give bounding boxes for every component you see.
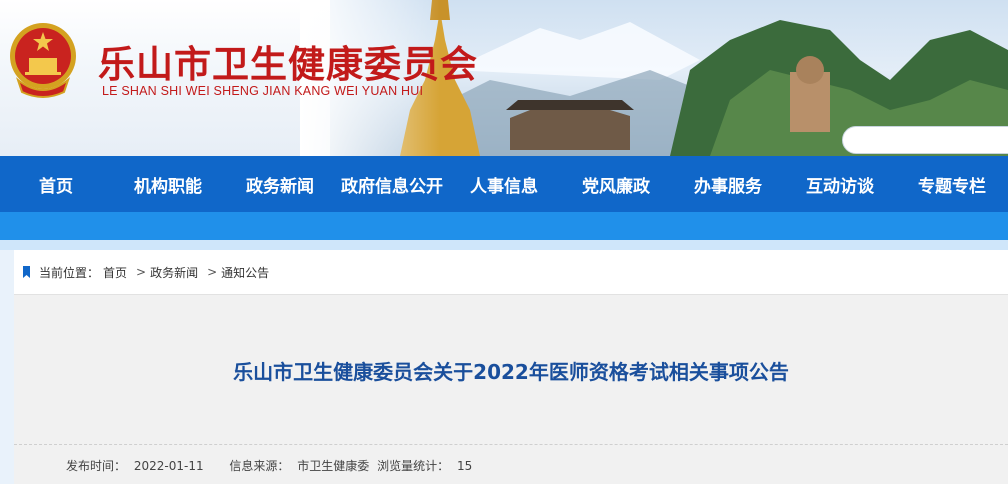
nav-item-services[interactable]: 办事服务 xyxy=(672,172,784,197)
site-title: 乐山市卫生健康委员会 xyxy=(98,43,478,86)
breadcrumb-home[interactable]: 首页 xyxy=(103,264,127,281)
site-subtitle: LE SHAN SHI WEI SHENG JIAN KANG WEI YUAN… xyxy=(102,84,424,98)
location-icon xyxy=(23,266,30,278)
article-meta: 发布时间： 2022-01-11 信息来源： 市卫生健康委 浏览量统计： 15 xyxy=(66,457,476,474)
nav-sub-strip-light xyxy=(0,240,1008,250)
header-banner: 乐山市卫生健康委员会 LE SHAN SHI WEI SHENG JIAN KA… xyxy=(0,0,1008,156)
nav-item-personnel[interactable]: 人事信息 xyxy=(448,172,560,197)
breadcrumb-news[interactable]: 政务新闻 xyxy=(150,264,198,281)
nav-item-interview[interactable]: 互动访谈 xyxy=(784,172,896,197)
search-input[interactable] xyxy=(842,126,1008,154)
breadcrumb: 当前位置： 首页 > 政务新闻 > 通知公告 xyxy=(14,250,1008,295)
breadcrumb-label: 当前位置： xyxy=(39,265,100,280)
nav-item-integrity[interactable]: 党风廉政 xyxy=(560,172,672,197)
meta-divider xyxy=(14,444,1008,445)
national-emblem-icon xyxy=(10,23,76,98)
main-nav: 首页 机构职能 政务新闻 政府信息公开 人事信息 党风廉政 办事服务 互动访谈 … xyxy=(0,156,1008,212)
nav-item-topics[interactable]: 专题专栏 xyxy=(896,172,1008,197)
publish-label: 发布时间： xyxy=(66,459,127,473)
nav-item-news[interactable]: 政务新闻 xyxy=(224,172,336,197)
nav-item-home[interactable]: 首页 xyxy=(0,172,112,197)
article-panel: 当前位置： 首页 > 政务新闻 > 通知公告 乐山市卫生健康委员会关于2022年… xyxy=(14,250,1008,484)
source-label: 信息来源： xyxy=(229,459,290,473)
nav-item-functions[interactable]: 机构职能 xyxy=(112,172,224,197)
publish-date: 2022-01-11 xyxy=(133,459,204,473)
views-label: 浏览量统计： xyxy=(377,459,450,473)
views-count: 15 xyxy=(456,459,473,473)
article-title: 乐山市卫生健康委员会关于2022年医师资格考试相关事项公告 xyxy=(233,360,789,384)
breadcrumb-separator: > xyxy=(207,265,218,279)
breadcrumb-notices[interactable]: 通知公告 xyxy=(221,264,269,281)
breadcrumb-separator: > xyxy=(136,265,147,279)
source-value: 市卫生健康委 xyxy=(297,459,370,473)
nav-item-gov-info[interactable]: 政府信息公开 xyxy=(336,172,448,197)
nav-sub-strip xyxy=(0,212,1008,240)
